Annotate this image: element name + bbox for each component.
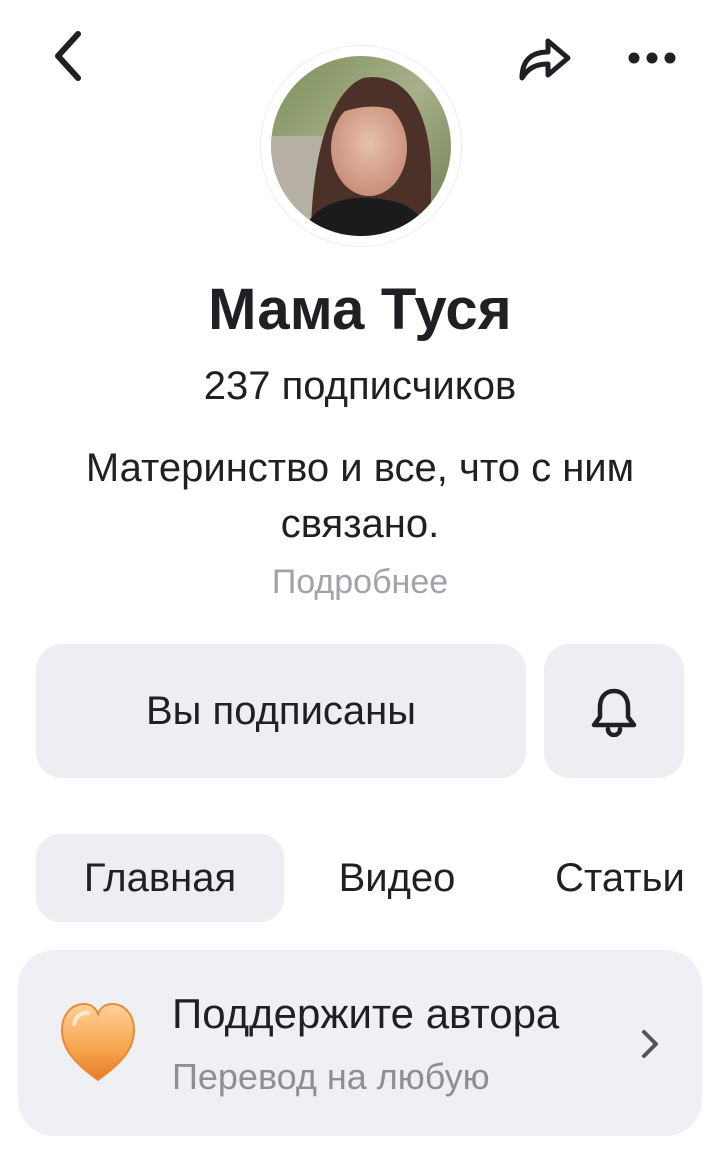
channel-description: Материнство и все, что с ним связано. — [85, 446, 635, 546]
channel-name: Мама Туся — [208, 277, 512, 342]
subscriber-count: 237 подписчиков — [203, 364, 517, 408]
support-author-card[interactable]: Поддержите автора Перевод на любую — [18, 950, 702, 1136]
heart-icon — [60, 1002, 136, 1082]
subscribed-label: Вы подписаны — [146, 688, 416, 733]
share-arrow-icon — [519, 38, 571, 81]
tab-articles-label: Статьи — [555, 855, 685, 900]
more-dots-icon — [628, 52, 676, 64]
chevron-right-icon — [642, 1030, 658, 1058]
notifications-button[interactable] — [544, 644, 684, 778]
back-button[interactable] — [40, 26, 100, 86]
chevron-left-icon — [55, 31, 81, 81]
tab-video-label: Видео — [338, 855, 456, 900]
avatar — [271, 56, 451, 236]
bell-icon — [591, 688, 637, 737]
tab-main[interactable]: Главная — [36, 834, 284, 922]
tab-video[interactable]: Видео — [312, 834, 482, 922]
more-options-button[interactable] — [620, 36, 684, 80]
tab-main-label: Главная — [83, 855, 237, 900]
more-info-link[interactable]: Подробнее — [0, 563, 720, 602]
avatar-ring[interactable] — [261, 46, 461, 246]
tab-articles[interactable]: Статьи — [532, 834, 708, 922]
subscribed-button[interactable]: Вы подписаны — [36, 644, 526, 778]
share-button[interactable] — [512, 28, 576, 88]
support-subtitle: Перевод на любую — [172, 1056, 490, 1097]
support-title: Поддержите автора — [172, 990, 560, 1037]
